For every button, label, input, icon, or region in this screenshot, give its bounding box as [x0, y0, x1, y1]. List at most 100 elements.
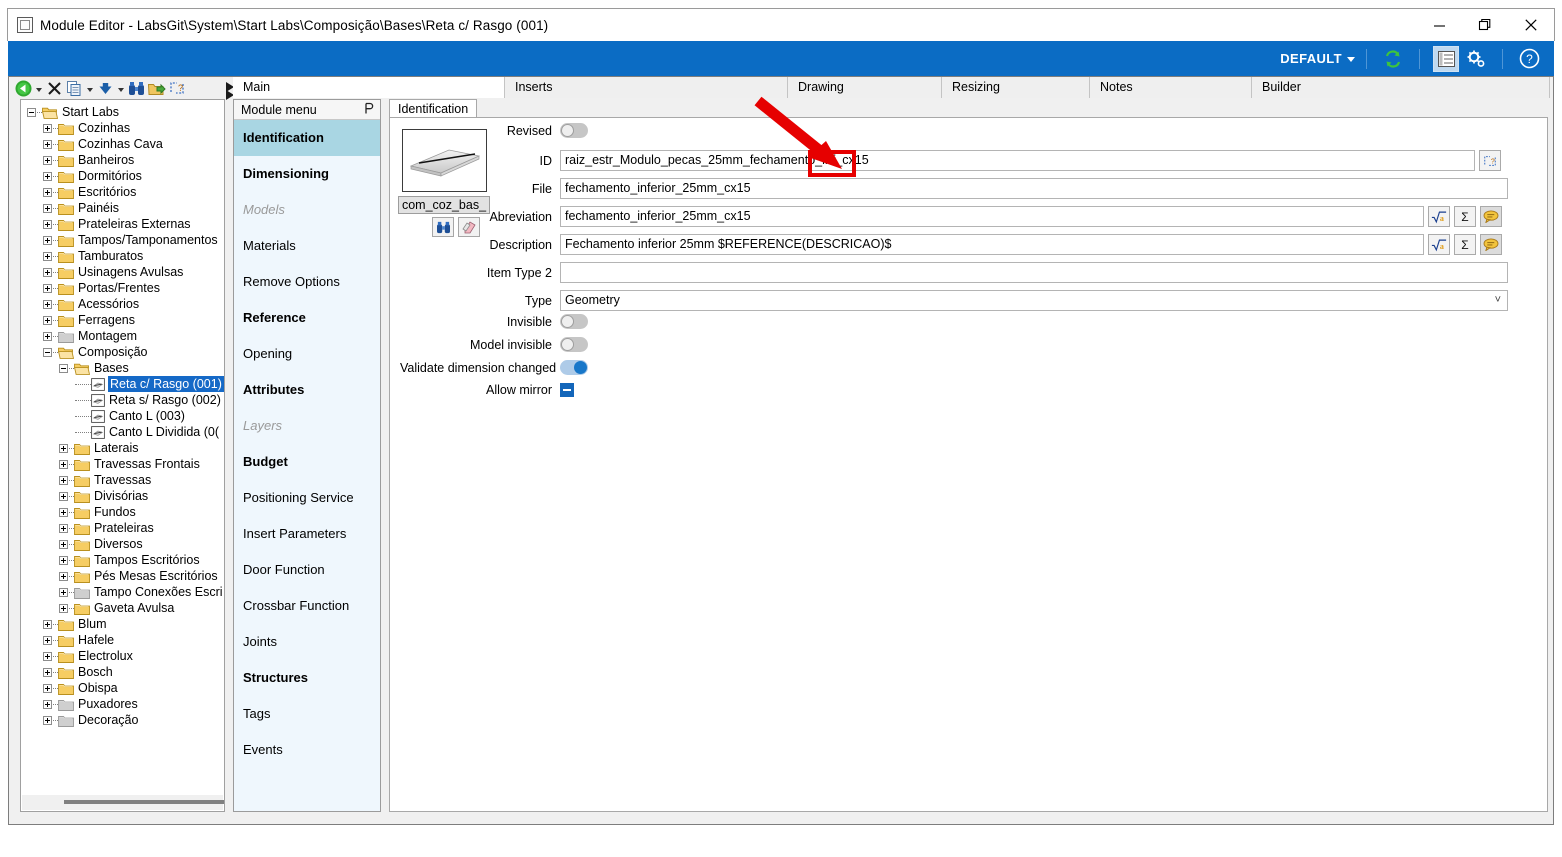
expand-icon[interactable] [59, 555, 68, 565]
chevron-down-icon[interactable] [87, 87, 93, 92]
expand-icon[interactable] [43, 683, 52, 693]
module-menu-item-positioning-service[interactable]: Positioning Service [234, 480, 380, 516]
expand-icon[interactable] [43, 651, 52, 661]
expand-icon[interactable] [43, 171, 52, 181]
tree-item[interactable]: Bosch [21, 664, 224, 680]
minimize-button[interactable] [1416, 9, 1462, 41]
description-input[interactable]: Fechamento inferior 25mm $REFERENCE(DESC… [560, 234, 1424, 255]
expand-icon[interactable] [43, 667, 52, 677]
down-arrow-icon[interactable] [96, 79, 115, 98]
tree-item[interactable]: Blum [21, 616, 224, 632]
module-menu-item-door-function[interactable]: Door Function [234, 552, 380, 588]
allow-mirror-checkbox[interactable] [560, 383, 574, 397]
tree-item[interactable]: Divisórias [21, 488, 224, 504]
module-menu-item-joints[interactable]: Joints [234, 624, 380, 660]
expand-icon[interactable] [43, 219, 52, 229]
module-menu-item-layers[interactable]: Layers [234, 408, 380, 444]
tree-item[interactable]: Bases [21, 360, 224, 376]
tree-item[interactable]: Reta s/ Rasgo (002) [21, 392, 224, 408]
tree-item[interactable]: Start Labs [21, 104, 224, 120]
module-menu-item-identification[interactable]: Identification [234, 120, 380, 156]
close-button[interactable] [1508, 9, 1554, 41]
tree-item[interactable]: Banheiros [21, 152, 224, 168]
revised-toggle[interactable] [560, 123, 588, 138]
settings-gears-icon[interactable] [1463, 46, 1489, 72]
module-menu-item-budget[interactable]: Budget [234, 444, 380, 480]
tree-item[interactable]: Puxadores [21, 696, 224, 712]
module-menu-item-reference[interactable]: Reference [234, 300, 380, 336]
formula-icon[interactable]: ? [1479, 150, 1501, 171]
file-input[interactable]: fechamento_inferior_25mm_cx15 [560, 178, 1508, 199]
chevron-down-icon[interactable] [36, 87, 42, 92]
tab-main[interactable]: Main [233, 77, 505, 98]
tree-item[interactable]: Travessas [21, 472, 224, 488]
expand-icon[interactable] [59, 523, 68, 533]
tree-item[interactable]: Pés Mesas Escritórios [21, 568, 224, 584]
abreviation-input[interactable]: fechamento_inferior_25mm_cx15 [560, 206, 1424, 227]
scrollbar-thumb[interactable] [64, 800, 224, 804]
expand-icon[interactable] [59, 571, 68, 581]
tab-drawing[interactable]: Drawing [788, 77, 942, 98]
expand-icon[interactable] [43, 635, 52, 645]
expand-icon[interactable] [59, 475, 68, 485]
open-folder-icon[interactable] [147, 79, 166, 98]
collapse-icon[interactable] [43, 347, 52, 357]
sigma-icon[interactable]: Σ [1454, 234, 1476, 255]
module-menu-item-remove-options[interactable]: Remove Options [234, 264, 380, 300]
formula-icon[interactable]: ? [167, 79, 186, 98]
expand-icon[interactable] [43, 699, 52, 709]
tree-item[interactable]: Acessórios [21, 296, 224, 312]
invisible-toggle[interactable] [560, 314, 588, 329]
expand-icon[interactable] [43, 251, 52, 261]
tree-item[interactable]: Diversos [21, 536, 224, 552]
profile-selector[interactable]: DEFAULT [1280, 51, 1355, 66]
expand-icon[interactable] [43, 139, 52, 149]
collapse-icon[interactable] [27, 107, 36, 117]
expand-icon[interactable] [43, 235, 52, 245]
module-menu-item-insert-parameters[interactable]: Insert Parameters [234, 516, 380, 552]
tree-item[interactable]: Hafele [21, 632, 224, 648]
expand-icon[interactable] [43, 299, 52, 309]
tree-item[interactable]: Reta c/ Rasgo (001) [21, 376, 224, 392]
module-menu-item-materials[interactable]: Materials [234, 228, 380, 264]
tab-notes[interactable]: Notes [1090, 77, 1252, 98]
module-menu-item-crossbar-function[interactable]: Crossbar Function [234, 588, 380, 624]
tree-item[interactable]: Tamburatos [21, 248, 224, 264]
module-menu-item-models[interactable]: Models [234, 192, 380, 228]
expand-icon[interactable] [43, 123, 52, 133]
tree-item[interactable]: Cozinhas Cava [21, 136, 224, 152]
expand-icon[interactable] [59, 587, 68, 597]
tree-item[interactable]: Prateleiras Externas [21, 216, 224, 232]
tree-item[interactable]: Montagem [21, 328, 224, 344]
expand-icon[interactable] [59, 539, 68, 549]
comment-icon[interactable] [1480, 206, 1502, 227]
tree-item[interactable]: Dormitórios [21, 168, 224, 184]
expand-icon[interactable] [59, 507, 68, 517]
tab-resizing[interactable]: Resizing [942, 77, 1090, 98]
sigma-icon[interactable]: Σ [1454, 206, 1476, 227]
module-menu-list[interactable]: Identification Dimensioning Models Material… [234, 120, 380, 768]
expand-icon[interactable] [59, 491, 68, 501]
id-input[interactable]: raiz_estr_Modulo_pecas_25mm_fechamento_i… [560, 150, 1475, 171]
tree-item[interactable]: Gaveta Avulsa [21, 600, 224, 616]
tab-identification[interactable]: Identification [389, 99, 478, 118]
binoculars-icon[interactable] [127, 79, 146, 98]
tree-item[interactable]: Portas/Frentes [21, 280, 224, 296]
expand-icon[interactable] [59, 603, 68, 613]
expand-icon[interactable] [43, 715, 52, 725]
tree-item[interactable]: Ferragens [21, 312, 224, 328]
module-menu-item-structures[interactable]: Structures [234, 660, 380, 696]
back-arrow-icon[interactable] [14, 79, 33, 98]
delete-x-icon[interactable] [45, 79, 64, 98]
type-select[interactable]: Geometry ˅ [560, 290, 1508, 311]
module-menu-item-attributes[interactable]: Attributes [234, 372, 380, 408]
expand-icon[interactable] [43, 267, 52, 277]
module-menu-item-opening[interactable]: Opening [234, 336, 380, 372]
comment-icon[interactable] [1480, 234, 1502, 255]
tree-item[interactable]: Tampo Conexões Escri [21, 584, 224, 600]
tree-item[interactable]: Tampos Escritórios [21, 552, 224, 568]
main-tab-strip[interactable]: Main Inserts Drawing Resizing Notes Builder [233, 77, 1550, 98]
expand-icon[interactable] [43, 203, 52, 213]
chevron-down-icon[interactable] [118, 87, 124, 92]
sqrt-a-icon[interactable]: a [1428, 206, 1450, 227]
